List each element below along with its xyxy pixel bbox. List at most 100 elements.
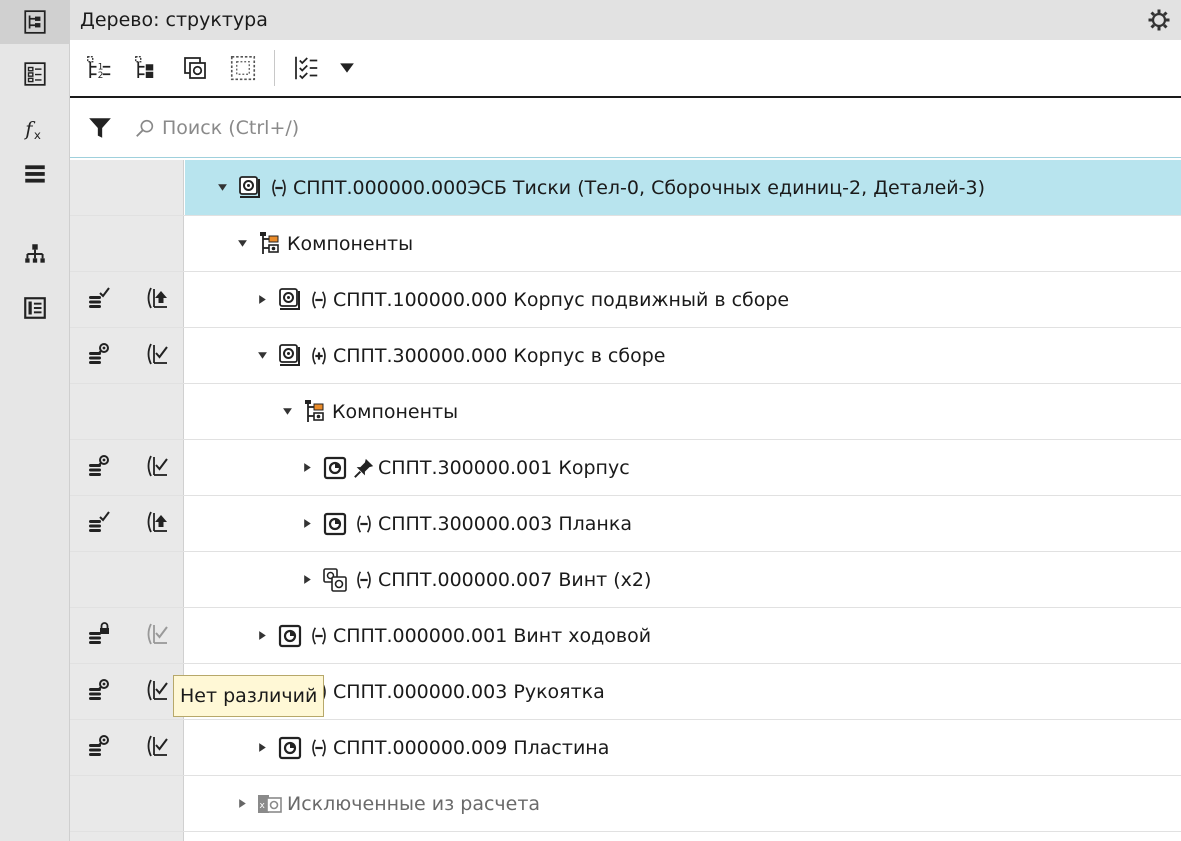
tree-row[interactable]: СППТ.300000.001 Корпус [70,440,1181,496]
tree-node[interactable]: Компоненты [185,216,1181,271]
tree-node-label: Исключенные из расчета [287,792,541,815]
tree-node[interactable]: СППТ.100000.000 Корпус подвижный в сборе [185,272,1181,327]
expand-arrow-icon[interactable] [255,629,269,643]
tree-row[interactable]: Компоненты [70,384,1181,440]
multi-part-icon [322,567,348,593]
status-cell [70,608,127,664]
db-check-icon [86,509,112,540]
excluded-folder-icon: x [257,791,283,817]
collapse-arrow-icon[interactable] [255,349,269,363]
expand-arrow-icon[interactable] [255,741,269,755]
revision-cell [127,608,184,664]
expand-arrow-icon[interactable] [255,293,269,307]
tree-node-label: СППТ.300000.001 Корпус [378,456,630,479]
hierarchy-icon[interactable] [0,232,70,276]
tree-row[interactable]: СППТ.300000.000 Корпус в сборе [70,328,1181,384]
tree-node[interactable]: СППТ.000000.003 Рукоятка [185,664,1181,719]
revision-ok-icon [143,341,169,372]
pin-icon [352,456,376,480]
assembly-icon [277,343,303,369]
revision-cell [127,160,184,216]
collapse-arrow-icon[interactable] [280,405,294,419]
revision-cell [127,384,184,440]
collapse-arrow-icon[interactable] [215,181,229,195]
db-view-icon [86,341,112,372]
expand-arrow-icon[interactable] [300,573,314,587]
side-toolstrip: fx [0,0,70,841]
tree-row[interactable]: СППТ.000000.001 Винт ходовой [70,608,1181,664]
revision-ok-dim-icon [143,621,169,652]
search-icon [136,119,154,137]
tree-flat-icon[interactable]: 12 [78,47,120,89]
excluded-state-icon [307,736,331,760]
tree-node[interactable]: СППТ.000000.009 Пластина [185,720,1181,775]
svg-text:x: x [260,801,266,811]
tree-structure-icon[interactable] [126,47,168,89]
revision-cell [127,440,184,496]
tree-node-label: СППТ.100000.000 Корпус подвижный в сборе [333,288,790,311]
component-view-icon[interactable] [174,47,216,89]
db-view-icon [86,677,112,708]
tree-node-label: СППТ.000000.009 Пластина [333,736,610,759]
revision-ok-icon [143,733,169,764]
gear-icon[interactable] [1147,8,1171,32]
components-folder-icon [302,399,328,425]
tree-node-label: Компоненты [287,232,414,255]
tree-node[interactable]: x Исключенные из расчета [185,776,1181,831]
tree-node-label: Компоненты [332,400,459,423]
db-view-icon [86,453,112,484]
tree-node[interactable]: СППТ.300000.003 Планка [185,496,1181,551]
tree-structure-icon[interactable] [0,0,70,44]
svg-text:x: x [34,128,41,141]
tree-node[interactable]: СППТ.300000.001 Корпус [185,440,1181,495]
tree-node-label: СППТ.000000.007 Винт (x2) [378,568,652,591]
expand-arrow-icon[interactable] [300,461,314,475]
filter-icon[interactable] [70,98,130,158]
excluded-state-icon [352,568,376,592]
status-cell [70,776,127,832]
panel-header: Дерево: структура [70,0,1181,40]
part-icon [277,735,303,761]
tree-row[interactable]: x Исключенные из расчета [70,776,1181,832]
tree-row[interactable]: СППТ.100000.000 Корпус подвижный в сборе [70,272,1181,328]
assembly-icon [277,287,303,313]
tree-node[interactable]: СППТ.000000.007 Винт (x2) [185,552,1181,607]
tree-node[interactable]: СППТ.000000.000ЭСБ Тиски (Тел-0, Сборочн… [185,160,1181,215]
excluded-state-icon [267,176,291,200]
tree-row[interactable]: СППТ.300000.003 Планка [70,496,1181,552]
tree-node[interactable]: Компоненты [185,384,1181,439]
revision-ok-icon [143,677,169,708]
revision-cell [127,216,184,272]
selection-frame-icon[interactable] [222,47,264,89]
status-cell [70,216,127,272]
tree-node-label: СППТ.000000.003 Рукоятка [333,680,605,703]
expand-arrow-icon[interactable] [235,797,249,811]
layers-icon[interactable] [0,152,70,196]
properties-icon[interactable] [0,52,70,96]
checklist-icon[interactable] [285,47,327,89]
part-icon [277,623,303,649]
tree-row[interactable]: Компоненты [70,216,1181,272]
tree-node[interactable]: СППТ.000000.001 Винт ходовой [185,608,1181,663]
tree-row[interactable]: СППТ.000000.007 Винт (x2) [70,552,1181,608]
dropdown-arrow-icon[interactable] [333,47,361,89]
variables-icon[interactable]: fx [0,106,70,150]
revision-up-icon [143,509,169,540]
components-folder-icon [257,231,283,257]
revision-up-icon [143,285,169,316]
tree-row[interactable]: СППТ.000000.009 Пластина [70,720,1181,776]
included-state-icon [307,344,331,368]
revision-cell [127,776,184,832]
revision-cell [127,272,184,328]
status-cell [70,496,127,552]
collapse-arrow-icon[interactable] [235,237,249,251]
part-icon [322,511,348,537]
search-input[interactable] [162,116,1062,139]
tree-node-label: СППТ.000000.000ЭСБ Тиски (Тел-0, Сборочн… [293,176,985,199]
excluded-state-icon [307,624,331,648]
expand-arrow-icon[interactable] [300,517,314,531]
tree-row[interactable]: СППТ.000000.000ЭСБ Тиски (Тел-0, Сборочн… [70,160,1181,216]
tree-node[interactable]: СППТ.300000.000 Корпус в сборе [185,328,1181,383]
revision-cell [127,552,184,608]
document-icon[interactable] [0,286,70,330]
